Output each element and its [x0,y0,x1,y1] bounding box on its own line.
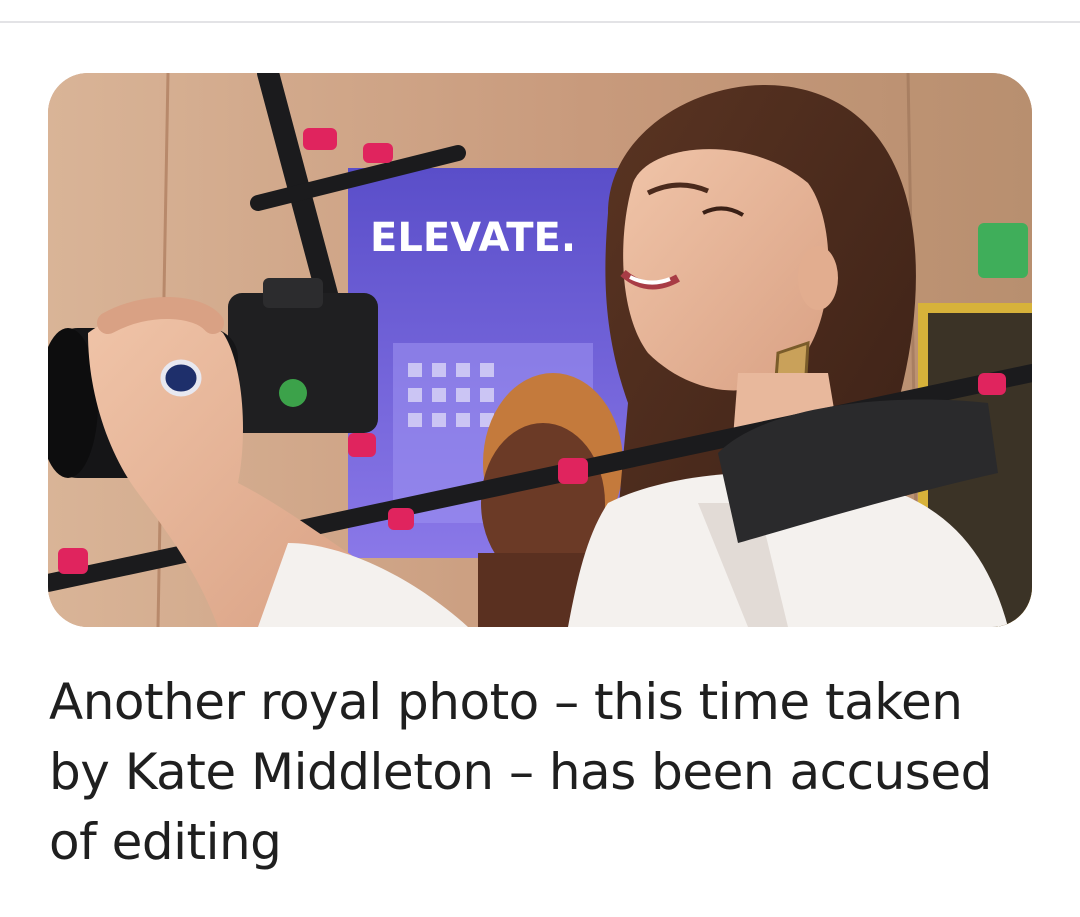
article-headline[interactable]: Another royal photo – this time taken by… [49,667,1009,877]
news-feed: ELEVATE. Another royal photo – this time… [0,0,1080,917]
banner-text: ELEVATE. [370,215,576,261]
article-card[interactable]: ELEVATE. Another royal photo – this time… [0,23,1080,917]
article-thumbnail[interactable]: ELEVATE. [48,73,1032,627]
news-photo-icon: ELEVATE. [48,73,1032,627]
